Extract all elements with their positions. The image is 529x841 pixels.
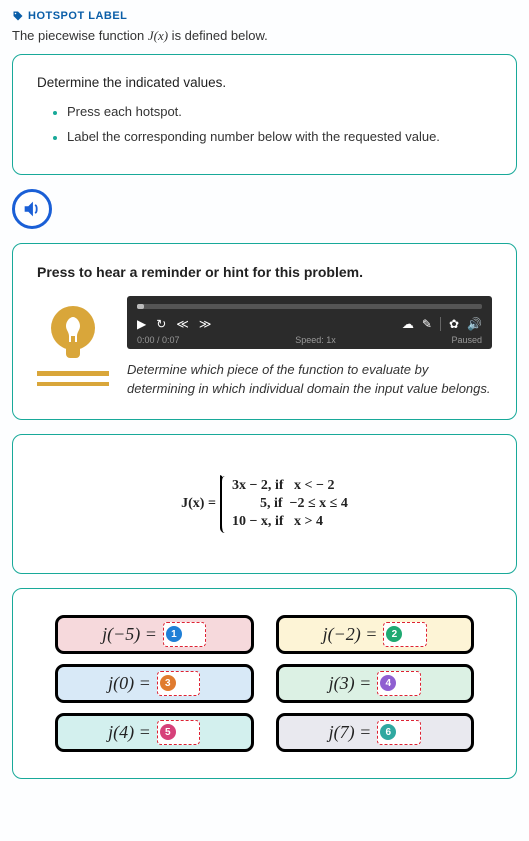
piecewise-card: J(x) = 3x − 2, if x < − 2 5, if −2 ≤ x ≤…: [12, 434, 517, 574]
speaker-icon: [21, 198, 43, 220]
badge-2: 2: [386, 626, 402, 642]
answer-label: j(7) =: [329, 722, 372, 743]
answer-label: j(−2) =: [323, 624, 378, 645]
pw-row-1: 3x − 2, if x < − 2: [232, 478, 348, 494]
settings-button[interactable]: ✿: [449, 317, 459, 331]
answer-box-3: j(0) = 3: [55, 664, 254, 703]
instruction-item: Press each hotspot.: [53, 104, 492, 119]
brace-icon: [220, 475, 228, 533]
lightbulb-icon: [37, 296, 109, 376]
restart-button[interactable]: ↻: [156, 317, 166, 331]
instructions-card: Determine the indicated values. Press ea…: [12, 54, 517, 175]
hotspot-label-text: HOTSPOT LABEL: [28, 10, 127, 22]
answer-label: j(3) =: [329, 673, 372, 694]
answer-label: j(4) =: [108, 722, 151, 743]
answers-card: j(−5) = 1 j(−2) = 2 j(0) = 3 j(3) = 4 j(…: [12, 588, 517, 779]
bulb-underline: [37, 382, 109, 386]
pw2-cond: if −2 ≤ x ≤ 4: [274, 496, 348, 511]
hotspot-1[interactable]: 1: [163, 622, 207, 647]
instructions-title: Determine the indicated values.: [37, 75, 492, 90]
volume-button[interactable]: 🔊: [467, 317, 482, 331]
instructions-list: Press each hotspot. Label the correspond…: [37, 104, 492, 144]
badge-6: 6: [380, 724, 396, 740]
piecewise-definition: J(x) = 3x − 2, if x < − 2 5, if −2 ≤ x ≤…: [55, 475, 474, 533]
hotspot-5[interactable]: 5: [157, 720, 201, 745]
hint-card: Press to hear a reminder or hint for thi…: [12, 243, 517, 420]
badge-3: 3: [160, 675, 176, 691]
piecewise-lhs: J(x) =: [181, 496, 216, 512]
intro-text: The piecewise function J(x) is defined b…: [12, 28, 517, 44]
answer-box-6: j(7) = 6: [276, 713, 475, 752]
hint-title: Press to hear a reminder or hint for thi…: [37, 264, 492, 280]
audio-player: ▶ ↻ ≪ ≫ ☁ ✎ ✿ 🔊 0:00 / 0:07 Spe: [127, 296, 492, 349]
tag-icon: [12, 10, 24, 22]
hint-row: ▶ ↻ ≪ ≫ ☁ ✎ ✿ 🔊 0:00 / 0:07 Spe: [37, 296, 492, 399]
pw3-expr: 10 − x,: [232, 514, 271, 529]
answer-box-4: j(3) = 4: [276, 664, 475, 703]
answer-box-5: j(4) = 5: [55, 713, 254, 752]
hotspot-4[interactable]: 4: [377, 671, 421, 696]
transcript-button[interactable]: ✎: [422, 317, 432, 331]
badge-5: 5: [160, 724, 176, 740]
answer-label: j(−5) =: [102, 624, 157, 645]
pw2-expr: 5,: [260, 496, 271, 511]
pw1-expr: 3x − 2,: [232, 478, 271, 493]
hotspot-2[interactable]: 2: [383, 622, 427, 647]
pw3-cond: if x > 4: [275, 514, 323, 529]
badge-4: 4: [380, 675, 396, 691]
speaker-button[interactable]: [12, 189, 52, 229]
hotspot-6[interactable]: 6: [377, 720, 421, 745]
player-time: 0:00 / 0:07: [137, 335, 180, 345]
answers-grid: j(−5) = 1 j(−2) = 2 j(0) = 3 j(3) = 4 j(…: [55, 615, 474, 752]
intro-suffix: is defined below.: [168, 28, 268, 43]
player-speed: Speed: 1x: [295, 335, 336, 345]
cc-button[interactable]: ☁: [402, 317, 414, 331]
intro-fn: J(x): [148, 28, 168, 43]
rewind-button[interactable]: ≪: [176, 317, 189, 331]
pw-row-3: 10 − x, if x > 4: [232, 514, 348, 530]
play-button[interactable]: ▶: [137, 317, 146, 331]
hint-text: Determine which piece of the function to…: [127, 361, 492, 399]
answer-box-2: j(−2) = 2: [276, 615, 475, 654]
pw-row-2: 5, if −2 ≤ x ≤ 4: [232, 496, 348, 512]
pw1-cond: if x < − 2: [275, 478, 335, 493]
hotspot-label-header: HOTSPOT LABEL: [12, 10, 517, 22]
hint-content: ▶ ↻ ≪ ≫ ☁ ✎ ✿ 🔊 0:00 / 0:07 Spe: [127, 296, 492, 399]
player-status: Paused: [451, 335, 482, 345]
piecewise-rows: 3x − 2, if x < − 2 5, if −2 ≤ x ≤ 4 10 −…: [232, 478, 348, 530]
speaker-row: [12, 189, 517, 229]
badge-1: 1: [166, 626, 182, 642]
bulb-col: [37, 296, 109, 386]
instruction-item: Label the corresponding number below wit…: [53, 129, 492, 144]
divider: [440, 317, 441, 331]
answer-box-1: j(−5) = 1: [55, 615, 254, 654]
hotspot-3[interactable]: 3: [157, 671, 201, 696]
forward-button[interactable]: ≫: [199, 317, 212, 331]
player-track[interactable]: [137, 304, 482, 309]
intro-prefix: The piecewise function: [12, 28, 148, 43]
answer-label: j(0) =: [108, 673, 151, 694]
